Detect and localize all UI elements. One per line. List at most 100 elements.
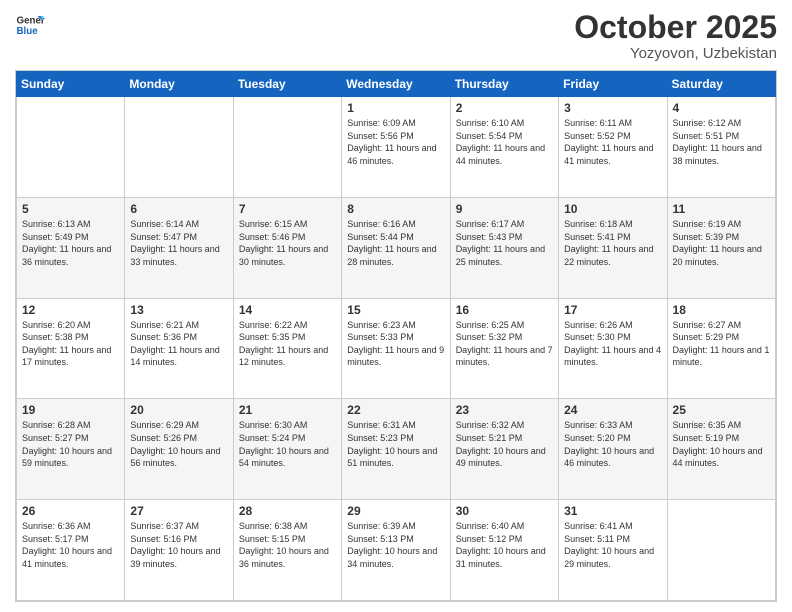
day-number: 25 (673, 403, 770, 417)
day-info: Sunrise: 6:13 AMSunset: 5:49 PMDaylight:… (22, 218, 119, 268)
day-number: 24 (564, 403, 661, 417)
day-number: 16 (456, 303, 553, 317)
day-info: Sunrise: 6:33 AMSunset: 5:20 PMDaylight:… (564, 419, 661, 469)
location: Yozyovon, Uzbekistan (574, 45, 777, 62)
calendar-cell: 8Sunrise: 6:16 AMSunset: 5:44 PMDaylight… (342, 197, 450, 298)
calendar-cell: 28 Sunrise: 6:38 AMSunset: 5:15 PMDayligh… (233, 500, 341, 601)
calendar-cell: 30 Sunrise: 6:40 AMSunset: 5:12 PMDayligh… (450, 500, 558, 601)
day-info: Sunrise: 6:09 AMSunset: 5:56 PMDaylight:… (347, 117, 444, 167)
calendar-cell: 16 Sunrise: 6:25 AMSunset: 5:32 PMDayligh… (450, 298, 558, 399)
day-info: Sunrise: 6:21 AMSunset: 5:36 PMDaylight:… (130, 319, 227, 369)
week-row-2: 5 Sunrise: 6:13 AMSunset: 5:49 PMDaylight… (17, 197, 776, 298)
day-info: Sunrise: 6:19 AMSunset: 5:39 PMDaylight:… (673, 218, 770, 268)
weekday-header-friday: Friday (559, 72, 667, 97)
day-info: Sunrise: 6:28 AMSunset: 5:27 PMDaylight:… (22, 419, 119, 469)
calendar-cell: 6 Sunrise: 6:14 AMSunset: 5:47 PMDaylight… (125, 197, 233, 298)
day-number: 6 (130, 202, 227, 216)
day-number: 17 (564, 303, 661, 317)
calendar-cell: 21 Sunrise: 6:30 AMSunset: 5:24 PMDayligh… (233, 399, 341, 500)
day-number: 9 (456, 202, 553, 216)
month-title: October 2025 (574, 10, 777, 45)
calendar-cell: 11Sunrise: 6:19 AMSunset: 5:39 PMDayligh… (667, 197, 775, 298)
week-row-1: 1Sunrise: 6:09 AMSunset: 5:56 PMDaylight… (17, 97, 776, 198)
calendar-cell: 31Sunrise: 6:41 AMSunset: 5:11 PMDayligh… (559, 500, 667, 601)
calendar-cell: 15Sunrise: 6:23 AMSunset: 5:33 PMDayligh… (342, 298, 450, 399)
day-info: Sunrise: 6:40 AMSunset: 5:12 PMDaylight:… (456, 520, 553, 570)
calendar-cell: 3 Sunrise: 6:11 AMSunset: 5:52 PMDaylight… (559, 97, 667, 198)
calendar-cell: 2Sunrise: 6:10 AMSunset: 5:54 PMDaylight… (450, 97, 558, 198)
day-number: 14 (239, 303, 336, 317)
day-info: Sunrise: 6:15 AMSunset: 5:46 PMDaylight:… (239, 218, 336, 268)
day-number: 30 (456, 504, 553, 518)
day-number: 23 (456, 403, 553, 417)
day-info: Sunrise: 6:11 AMSunset: 5:52 PMDaylight:… (564, 117, 661, 167)
calendar-cell: 22 Sunrise: 6:31 AMSunset: 5:23 PMDayligh… (342, 399, 450, 500)
calendar-cell: 26 Sunrise: 6:36 AMSunset: 5:17 PMDayligh… (17, 500, 125, 601)
weekday-header-row: SundayMondayTuesdayWednesdayThursdayFrid… (17, 72, 776, 97)
day-info: Sunrise: 6:27 AMSunset: 5:29 PMDaylight:… (673, 319, 770, 369)
week-row-4: 19 Sunrise: 6:28 AMSunset: 5:27 PMDayligh… (17, 399, 776, 500)
day-info: Sunrise: 6:22 AMSunset: 5:35 PMDaylight:… (239, 319, 336, 369)
day-number: 22 (347, 403, 444, 417)
day-info: Sunrise: 6:35 AMSunset: 5:19 PMDaylight:… (673, 419, 770, 469)
day-number: 10 (564, 202, 661, 216)
calendar-cell: 5 Sunrise: 6:13 AMSunset: 5:49 PMDaylight… (17, 197, 125, 298)
day-number: 12 (22, 303, 119, 317)
day-number: 27 (130, 504, 227, 518)
day-info: Sunrise: 6:12 AMSunset: 5:51 PMDaylight:… (673, 117, 770, 167)
day-number: 5 (22, 202, 119, 216)
day-number: 19 (22, 403, 119, 417)
day-info: Sunrise: 6:14 AMSunset: 5:47 PMDaylight:… (130, 218, 227, 268)
calendar-cell: 27Sunrise: 6:37 AMSunset: 5:16 PMDayligh… (125, 500, 233, 601)
weekday-header-thursday: Thursday (450, 72, 558, 97)
weekday-header-saturday: Saturday (667, 72, 775, 97)
calendar-cell: 4Sunrise: 6:12 AMSunset: 5:51 PMDaylight… (667, 97, 775, 198)
day-info: Sunrise: 6:17 AMSunset: 5:43 PMDaylight:… (456, 218, 553, 268)
day-info: Sunrise: 6:18 AMSunset: 5:41 PMDaylight:… (564, 218, 661, 268)
calendar-cell: 10 Sunrise: 6:18 AMSunset: 5:41 PMDayligh… (559, 197, 667, 298)
day-number: 26 (22, 504, 119, 518)
logo: General Blue (15, 10, 45, 40)
calendar-cell (667, 500, 775, 601)
day-number: 3 (564, 101, 661, 115)
day-info: Sunrise: 6:30 AMSunset: 5:24 PMDaylight:… (239, 419, 336, 469)
header: General Blue October 2025 Yozyovon, Uzbe… (15, 10, 777, 62)
day-info: Sunrise: 6:20 AMSunset: 5:38 PMDaylight:… (22, 319, 119, 369)
day-info: Sunrise: 6:16 AMSunset: 5:44 PMDaylight:… (347, 218, 444, 268)
day-number: 13 (130, 303, 227, 317)
svg-text:Blue: Blue (17, 26, 39, 37)
day-info: Sunrise: 6:23 AMSunset: 5:33 PMDaylight:… (347, 319, 444, 369)
day-info: Sunrise: 6:41 AMSunset: 5:11 PMDaylight:… (564, 520, 661, 570)
day-number: 7 (239, 202, 336, 216)
day-number: 28 (239, 504, 336, 518)
calendar-cell: 20 Sunrise: 6:29 AMSunset: 5:26 PMDayligh… (125, 399, 233, 500)
calendar-cell: 18 Sunrise: 6:27 AMSunset: 5:29 PMDayligh… (667, 298, 775, 399)
weekday-header-wednesday: Wednesday (342, 72, 450, 97)
calendar-cell: 19 Sunrise: 6:28 AMSunset: 5:27 PMDayligh… (17, 399, 125, 500)
calendar-cell: 1Sunrise: 6:09 AMSunset: 5:56 PMDaylight… (342, 97, 450, 198)
day-number: 18 (673, 303, 770, 317)
calendar-cell: 17Sunrise: 6:26 AMSunset: 5:30 PMDayligh… (559, 298, 667, 399)
calendar-cell: 9 Sunrise: 6:17 AMSunset: 5:43 PMDaylight… (450, 197, 558, 298)
day-number: 20 (130, 403, 227, 417)
week-row-3: 12 Sunrise: 6:20 AMSunset: 5:38 PMDayligh… (17, 298, 776, 399)
calendar-cell (125, 97, 233, 198)
weekday-header-tuesday: Tuesday (233, 72, 341, 97)
calendar-cell: 12 Sunrise: 6:20 AMSunset: 5:38 PMDayligh… (17, 298, 125, 399)
day-number: 21 (239, 403, 336, 417)
weekday-header-sunday: Sunday (17, 72, 125, 97)
calendar-cell: 13 Sunrise: 6:21 AMSunset: 5:36 PMDayligh… (125, 298, 233, 399)
day-number: 29 (347, 504, 444, 518)
day-info: Sunrise: 6:38 AMSunset: 5:15 PMDaylight:… (239, 520, 336, 570)
day-info: Sunrise: 6:31 AMSunset: 5:23 PMDaylight:… (347, 419, 444, 469)
calendar-cell (17, 97, 125, 198)
calendar-cell: 7 Sunrise: 6:15 AMSunset: 5:46 PMDaylight… (233, 197, 341, 298)
day-info: Sunrise: 6:25 AMSunset: 5:32 PMDaylight:… (456, 319, 553, 369)
day-info: Sunrise: 6:36 AMSunset: 5:17 PMDaylight:… (22, 520, 119, 570)
title-block: October 2025 Yozyovon, Uzbekistan (574, 10, 777, 62)
calendar: SundayMondayTuesdayWednesdayThursdayFrid… (15, 70, 777, 602)
day-info: Sunrise: 6:39 AMSunset: 5:13 PMDaylight:… (347, 520, 444, 570)
calendar-cell: 23Sunrise: 6:32 AMSunset: 5:21 PMDayligh… (450, 399, 558, 500)
calendar-cell: 14 Sunrise: 6:22 AMSunset: 5:35 PMDayligh… (233, 298, 341, 399)
day-info: Sunrise: 6:29 AMSunset: 5:26 PMDaylight:… (130, 419, 227, 469)
